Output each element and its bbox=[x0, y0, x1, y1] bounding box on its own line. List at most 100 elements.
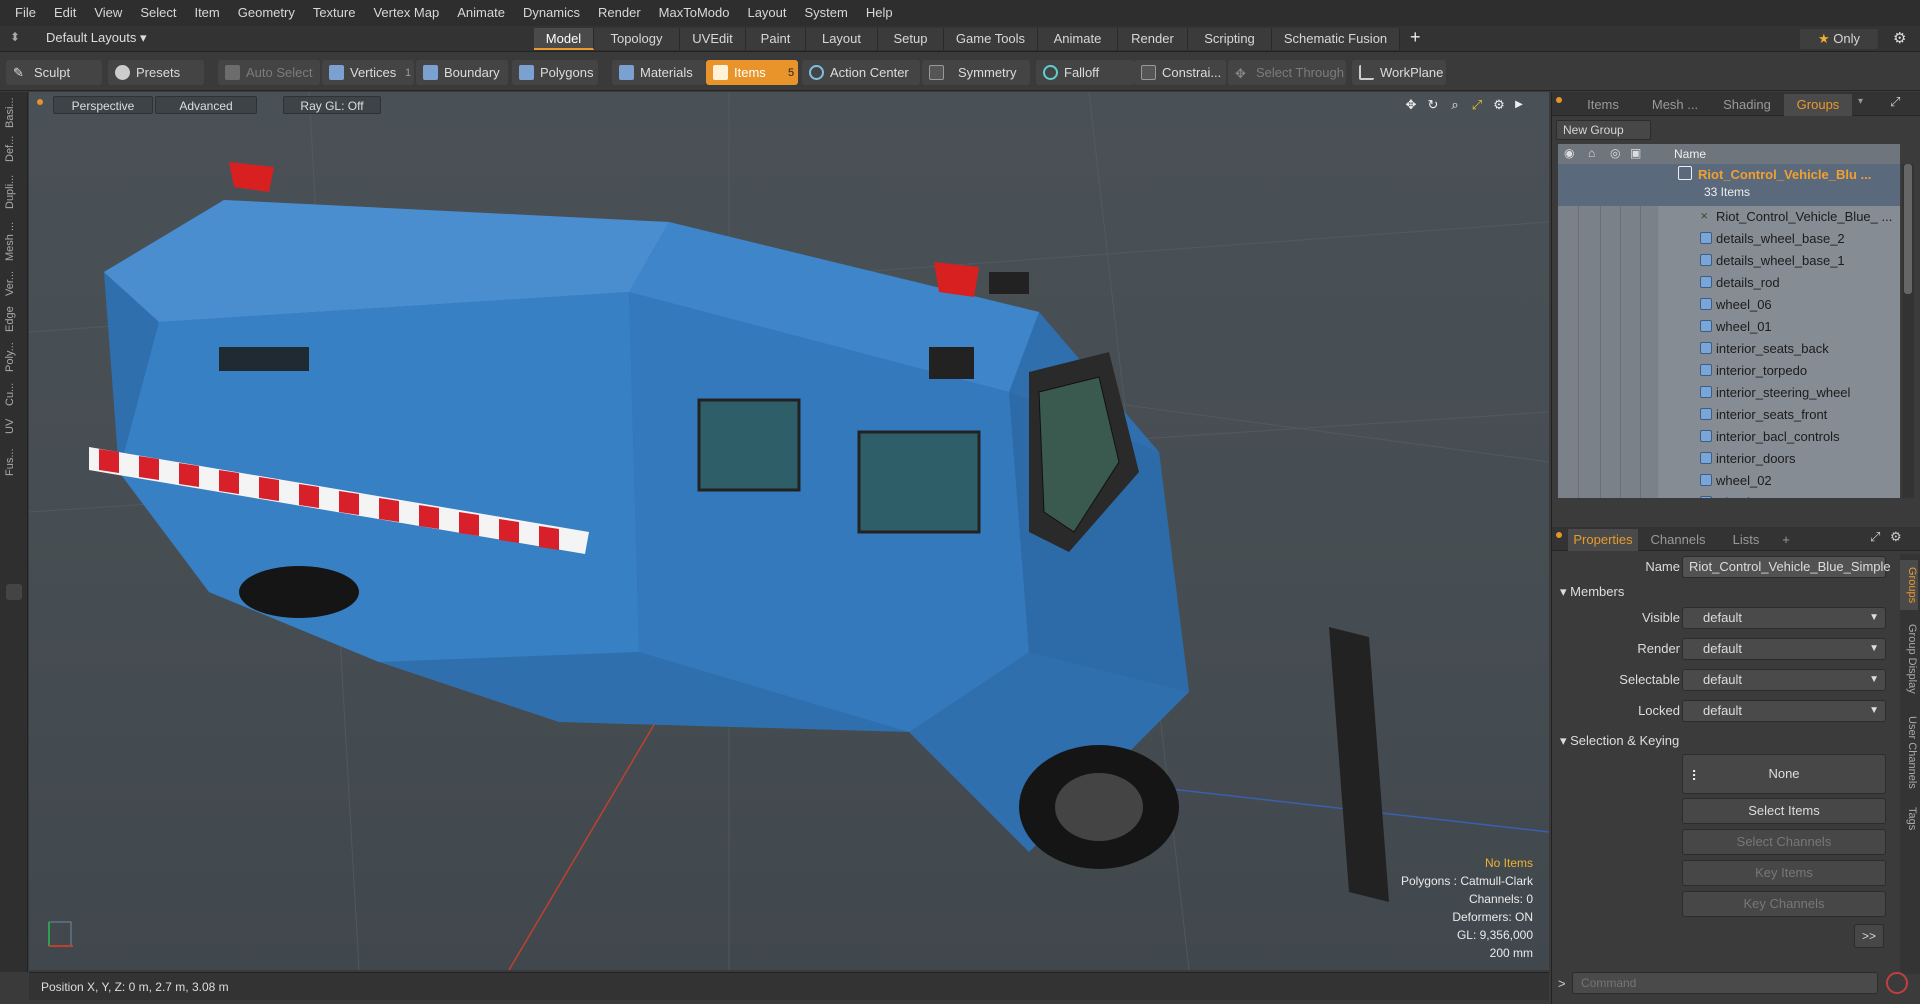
3d-viewport[interactable]: Perspective Advanced Ray GL: Off ✥ ↻ ⌕ ⤢… bbox=[29, 92, 1549, 970]
name-field[interactable]: Riot_Control_Vehicle_Blue_Simple bbox=[1682, 556, 1891, 578]
select-items-button[interactable]: Select Items bbox=[1682, 798, 1886, 824]
side-tab-group-display[interactable]: Group Display bbox=[1900, 616, 1918, 702]
tab-lists[interactable]: Lists bbox=[1718, 529, 1774, 551]
menu-geometry[interactable]: Geometry bbox=[229, 0, 304, 26]
left-tab-curve[interactable]: Cu... bbox=[4, 380, 24, 408]
expand-props-icon[interactable]: ⤢ bbox=[1870, 529, 1880, 545]
lock-icon[interactable]: ◎ bbox=[1610, 146, 1620, 160]
tab-groups[interactable]: Groups bbox=[1784, 94, 1852, 116]
render-dropdown[interactable]: default ▼ bbox=[1682, 638, 1886, 660]
tree-item-row[interactable]: wheel_01 bbox=[1558, 316, 1900, 337]
record-icon[interactable] bbox=[1886, 972, 1908, 994]
left-tab-basic[interactable]: Basi... bbox=[4, 97, 24, 128]
viewport-canvas[interactable] bbox=[29, 92, 1549, 970]
tab-setup[interactable]: Setup bbox=[878, 28, 944, 50]
tree-item-row[interactable]: interior_torpedo bbox=[1558, 360, 1900, 381]
tab-topology[interactable]: Topology bbox=[594, 28, 680, 50]
action-center-button[interactable]: Action Center bbox=[802, 60, 920, 85]
tree-item-row[interactable]: interior_seats_front bbox=[1558, 404, 1900, 425]
left-tools-toggle[interactable] bbox=[6, 584, 22, 600]
left-tab-duplicate[interactable]: Dupli... bbox=[4, 170, 24, 214]
menu-render[interactable]: Render bbox=[589, 0, 650, 26]
fit-view-icon[interactable]: ⤢ bbox=[1469, 97, 1485, 113]
render-icon[interactable]: ⌂ bbox=[1588, 146, 1595, 160]
tree-item-row[interactable]: details_rod bbox=[1558, 272, 1900, 293]
only-toggle[interactable]: ★ Only bbox=[1800, 29, 1878, 49]
polygons-button[interactable]: Polygons bbox=[512, 60, 598, 85]
tab-paint[interactable]: Paint bbox=[746, 28, 806, 50]
selectable-dropdown[interactable]: default ▼ bbox=[1682, 669, 1886, 691]
menu-texture[interactable]: Texture bbox=[304, 0, 365, 26]
viewport-more-icon[interactable]: ▶ bbox=[1511, 97, 1527, 113]
tab-dropdown-icon[interactable]: ▾ bbox=[1858, 96, 1863, 107]
left-tab-mesh[interactable]: Mesh ... bbox=[4, 220, 24, 262]
constraints-button[interactable]: Constrai... bbox=[1134, 60, 1226, 85]
tab-layout[interactable]: Layout bbox=[806, 28, 878, 50]
add-tab-button[interactable]: + bbox=[1774, 529, 1798, 551]
symmetry-button[interactable]: Symmetry bbox=[922, 60, 1030, 85]
new-group-button[interactable]: New Group bbox=[1556, 120, 1651, 140]
expand-panel-icon[interactable]: ⤢ bbox=[1890, 94, 1900, 110]
select-icon[interactable]: ▣ bbox=[1630, 146, 1641, 160]
none-button[interactable]: ⠇ None bbox=[1682, 754, 1886, 794]
members-section[interactable]: ▾ Members bbox=[1560, 584, 1624, 600]
menu-help[interactable]: Help bbox=[857, 0, 902, 26]
add-layout-button[interactable]: + bbox=[1410, 27, 1421, 48]
rotate-view-icon[interactable]: ↻ bbox=[1425, 97, 1441, 113]
layout-selector[interactable]: Default Layouts ▾ bbox=[46, 30, 146, 46]
tab-shading[interactable]: Shading bbox=[1712, 94, 1782, 116]
menu-system[interactable]: System bbox=[796, 0, 857, 26]
eye-icon[interactable]: ◉ bbox=[1564, 146, 1574, 160]
tree-item-row[interactable]: details_wheel_base_1 bbox=[1558, 250, 1900, 271]
tab-channels[interactable]: Channels bbox=[1640, 529, 1716, 551]
tree-group-row[interactable]: Riot_Control_Vehicle_Blu ... 33 Items bbox=[1558, 164, 1900, 206]
tree-item-row[interactable]: interior_doors bbox=[1558, 448, 1900, 469]
tab-model[interactable]: Model bbox=[534, 28, 594, 50]
viewport-dot-icon[interactable] bbox=[37, 99, 43, 105]
tree-item-row[interactable]: wheel_02 bbox=[1558, 470, 1900, 491]
selection-keying-section[interactable]: ▾ Selection & Keying bbox=[1560, 733, 1679, 749]
tab-scripting[interactable]: Scripting bbox=[1188, 28, 1272, 50]
menu-animate[interactable]: Animate bbox=[448, 0, 514, 26]
advanced-button[interactable]: Advanced bbox=[155, 96, 257, 114]
menu-dynamics[interactable]: Dynamics bbox=[514, 0, 589, 26]
tab-animate[interactable]: Animate bbox=[1038, 28, 1118, 50]
menu-layout[interactable]: Layout bbox=[738, 0, 795, 26]
side-tab-tags[interactable]: Tags bbox=[1900, 802, 1918, 836]
viewport-settings-icon[interactable]: ⚙ bbox=[1491, 97, 1507, 113]
falloff-button[interactable]: Falloff bbox=[1036, 60, 1134, 85]
command-input[interactable] bbox=[1572, 972, 1878, 994]
boundary-button[interactable]: Boundary bbox=[416, 60, 508, 85]
select-through-button[interactable]: ✥ Select Through bbox=[1228, 60, 1346, 85]
left-tab-edge[interactable]: Edge bbox=[4, 304, 24, 334]
view-mode-button[interactable]: Perspective bbox=[53, 96, 153, 114]
select-channels-button[interactable]: Select Channels bbox=[1682, 829, 1886, 855]
materials-button[interactable]: Materials bbox=[612, 60, 706, 85]
key-channels-button[interactable]: Key Channels bbox=[1682, 891, 1886, 917]
more-button[interactable]: >> bbox=[1854, 924, 1884, 948]
menu-vertex-map[interactable]: Vertex Map bbox=[364, 0, 448, 26]
layout-pin-icon[interactable]: ⬍ bbox=[10, 30, 20, 44]
tab-schematic-fusion[interactable]: Schematic Fusion bbox=[1272, 28, 1400, 50]
vertices-button[interactable]: Vertices bbox=[322, 60, 414, 85]
props-gear-icon[interactable]: ⚙ bbox=[1890, 529, 1902, 545]
menu-edit[interactable]: Edit bbox=[45, 0, 85, 26]
sculpt-button[interactable]: ✎ Sculpt bbox=[6, 60, 102, 85]
left-tab-deform[interactable]: Def... bbox=[4, 134, 24, 164]
tab-items[interactable]: Items bbox=[1568, 94, 1638, 116]
props-dot-icon[interactable] bbox=[1556, 532, 1562, 538]
tab-uvedit[interactable]: UVEdit bbox=[680, 28, 746, 50]
items-button[interactable]: Items bbox=[706, 60, 798, 85]
tree-item-row[interactable]: wheel_03 bbox=[1558, 492, 1900, 498]
menu-item[interactable]: Item bbox=[185, 0, 228, 26]
visible-dropdown[interactable]: default ▼ bbox=[1682, 607, 1886, 629]
left-tab-uv[interactable]: UV bbox=[4, 414, 24, 438]
workplane-button[interactable]: WorkPlane bbox=[1352, 60, 1446, 85]
tree-item-row[interactable]: interior_seats_back bbox=[1558, 338, 1900, 359]
raygl-button[interactable]: Ray GL: Off bbox=[283, 96, 381, 114]
left-tab-polygon[interactable]: Poly... bbox=[4, 340, 24, 374]
gear-icon[interactable]: ⚙ bbox=[1893, 29, 1906, 47]
zoom-icon[interactable]: ⌕ bbox=[1447, 97, 1463, 113]
left-tab-vertex[interactable]: Ver... bbox=[4, 268, 24, 298]
side-tab-user-channels[interactable]: User Channels bbox=[1900, 708, 1918, 796]
